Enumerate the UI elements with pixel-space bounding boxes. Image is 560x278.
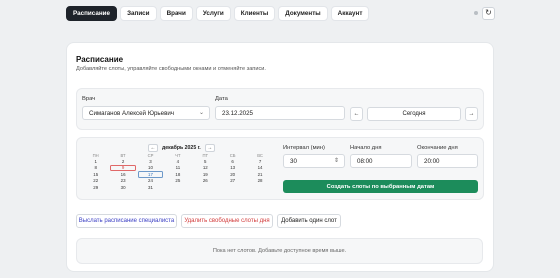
status-dot-icon	[474, 11, 478, 15]
create-slots-button[interactable]: Создать слоты по выбранным датам	[283, 180, 478, 193]
calendar-grid: ПН ВТ СР ЧТ ПТ СБ ВС 1 2 3 4 5 6 7 8 9 10 11 12 13 14 15 16 17 1…	[82, 152, 274, 190]
tab-doctors[interactable]: Врачи	[159, 6, 193, 21]
end-label: Окончание дня	[417, 145, 458, 151]
calendar-day[interactable]: 25	[165, 178, 190, 184]
calendar-prev-button[interactable]: ←	[148, 143, 158, 152]
add-one-slot-button[interactable]: Добавить один слот	[277, 214, 341, 228]
start-label: Начало дня	[350, 145, 382, 151]
start-time-input[interactable]: 08:00	[350, 154, 412, 168]
end-time-input[interactable]: 20:00	[417, 154, 478, 168]
next-day-button[interactable]: →	[465, 107, 478, 121]
interval-label: Интервал (мин)	[283, 145, 325, 151]
refresh-icon[interactable]: ↻	[482, 6, 495, 20]
date-input[interactable]: 23.12.2025	[215, 106, 345, 120]
chevron-down-icon: ⌄	[198, 110, 204, 116]
date-value: 23.12.2025	[222, 109, 253, 117]
calendar-day[interactable]: 2	[110, 158, 135, 164]
calendar-day[interactable]: 31	[138, 184, 163, 190]
doctor-select[interactable]: Симаганов Алексей Юрьевич ⌄	[82, 106, 210, 120]
calendar-header: ← декабрь 2025 г. →	[148, 143, 215, 152]
calendar-day[interactable]: 29	[83, 184, 108, 190]
tab-appointments[interactable]: Записи	[120, 6, 157, 21]
page-subtitle: Добавляйте слоты, управляйте свободными …	[76, 66, 266, 72]
delete-free-slots-button[interactable]: Удалить свободные слоты дня	[181, 214, 273, 228]
start-value: 08:00	[357, 157, 373, 165]
top-nav: Расписание Записи Врачи Услуги Клиенты Д…	[66, 5, 496, 22]
calendar-month: декабрь 2025 г.	[162, 144, 201, 151]
page-title: Расписание	[76, 55, 124, 64]
empty-state: Пока нет слотов. Добавьте доступное врем…	[76, 238, 483, 264]
calendar-day[interactable]: 26	[193, 178, 218, 184]
send-schedule-button[interactable]: Выслать расписание специалиста	[76, 214, 177, 228]
date-label: Дата	[215, 96, 228, 102]
calendar-next-button[interactable]: →	[204, 143, 215, 152]
calendar-day[interactable]: 28	[247, 178, 272, 184]
tab-services[interactable]: Услуги	[195, 6, 231, 21]
calendar-day[interactable]: 27	[220, 178, 245, 184]
today-button[interactable]: Сегодня	[367, 107, 461, 121]
interval-input[interactable]: 30 ⇕	[283, 154, 345, 168]
calendar-day[interactable]: 30	[110, 184, 135, 190]
tab-account[interactable]: Аккаунт	[330, 6, 370, 21]
tab-schedule[interactable]: Расписание	[66, 6, 118, 21]
tab-documents[interactable]: Документы	[278, 6, 328, 21]
nav-right: ↻	[474, 6, 495, 20]
doctor-value: Симаганов Алексей Юрьевич	[89, 109, 175, 117]
prev-day-button[interactable]: ←	[350, 107, 363, 121]
doctor-label: Врач	[82, 96, 96, 102]
tab-clients[interactable]: Клиенты	[233, 6, 276, 21]
stepper-icon: ⇕	[333, 158, 339, 164]
interval-value: 30	[290, 157, 297, 165]
end-value: 20:00	[424, 157, 440, 165]
